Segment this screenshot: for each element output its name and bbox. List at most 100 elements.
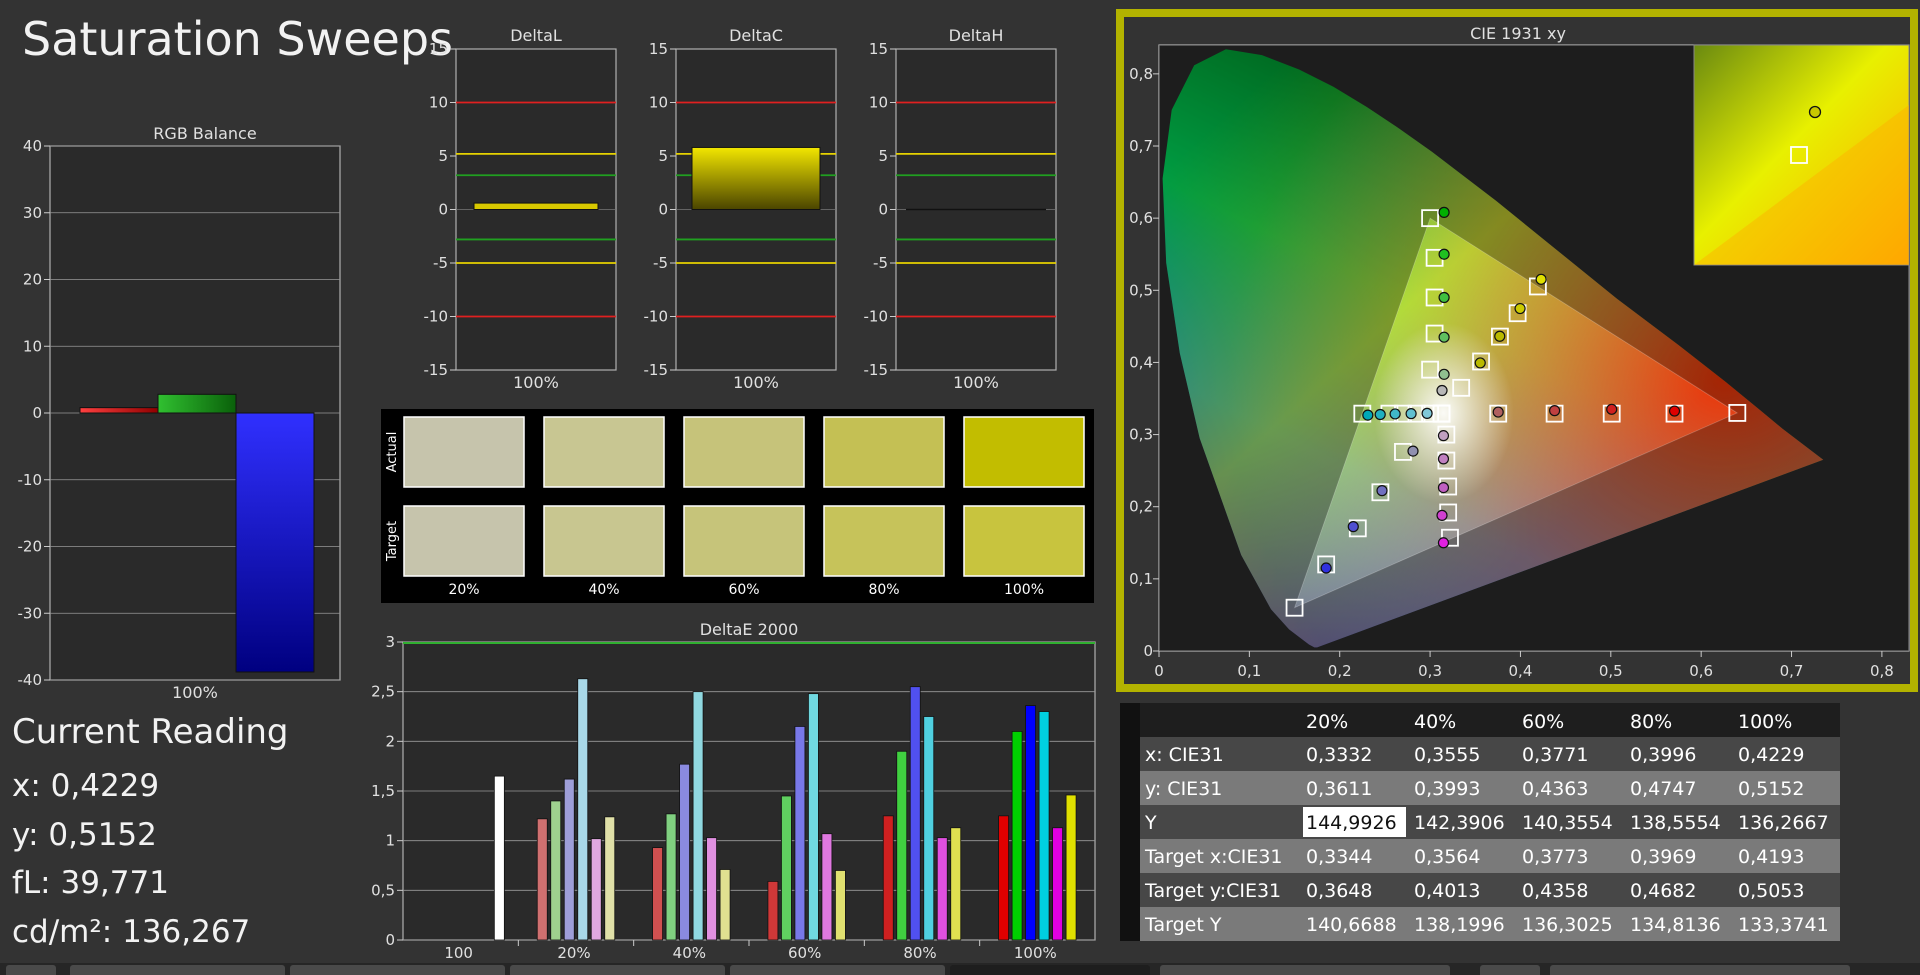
- measured-point: [1436, 384, 1448, 397]
- y-tick-label: -10: [644, 308, 669, 326]
- table-cell: 0,4013: [1414, 880, 1480, 902]
- y-tick-label: -10: [424, 308, 449, 326]
- y-tick-label: 0,3: [1129, 426, 1153, 444]
- taskbar-button[interactable]: [290, 965, 505, 975]
- x-tick-label: 40%: [673, 944, 706, 962]
- table-cell: 140,6688: [1306, 914, 1397, 936]
- swatch-actual: [683, 416, 805, 488]
- swatch-label: 40%: [588, 582, 619, 598]
- x-tick-label: 0,5: [1599, 662, 1623, 680]
- y-tick-label: -15: [864, 361, 889, 379]
- chart-title: DeltaH: [949, 26, 1004, 45]
- table-cell: 0,4193: [1738, 846, 1804, 868]
- table-cell: 0,3611: [1306, 778, 1372, 800]
- delta-e-bar: [923, 716, 935, 941]
- delta-e-bar: [1011, 731, 1023, 941]
- delta-e-bar: [909, 686, 921, 941]
- measured-point: [1438, 368, 1450, 380]
- y-tick-label: 0: [438, 201, 448, 219]
- delta-e-bar: [665, 813, 677, 941]
- measured-point: [1405, 408, 1417, 420]
- chart-title: CIE 1931 xy: [1470, 24, 1566, 43]
- delta-e-bar: [652, 847, 663, 941]
- measured-point: [1320, 562, 1332, 574]
- swatch-actual: [963, 416, 1085, 488]
- y-tick-label: -5: [653, 254, 668, 272]
- y-tick-label: 0: [385, 931, 395, 949]
- y-tick-label: 0,7: [1129, 137, 1153, 155]
- y-tick-label: 0: [878, 201, 888, 219]
- taskbar-button[interactable]: [70, 965, 285, 975]
- measured-point: [1492, 406, 1504, 418]
- y-tick-label: 15: [649, 40, 668, 58]
- y-tick-label: -10: [864, 308, 889, 326]
- table-cell: 133,3741: [1738, 914, 1829, 936]
- taskbar-button[interactable]: [1480, 965, 1540, 975]
- y-tick-label: 10: [649, 94, 668, 112]
- y-tick-label: 20: [23, 271, 42, 289]
- delta-e-bar: [550, 800, 562, 941]
- taskbar-button[interactable]: [730, 965, 945, 975]
- table-cell: 0,3993: [1414, 778, 1480, 800]
- table-cell: 0,5053: [1738, 880, 1804, 902]
- table-cell: 0,3332: [1306, 744, 1372, 766]
- delta-e-bar: [1025, 705, 1036, 941]
- y-tick-label: -20: [18, 538, 43, 556]
- swatch-actual: [403, 416, 525, 488]
- measured-point: [1494, 330, 1506, 342]
- table-cell: 0,3773: [1522, 846, 1588, 868]
- table-cell: 0,3996: [1630, 744, 1696, 766]
- y-tick-label: 5: [438, 147, 448, 165]
- table-cell: 0,3771: [1522, 744, 1588, 766]
- measured-point: [1376, 485, 1388, 497]
- table-cell: 138,5554: [1630, 812, 1721, 834]
- table-cell: 134,8136: [1630, 914, 1721, 936]
- table-cell: 142,3906: [1414, 812, 1505, 834]
- swatch-label: 100%: [1004, 582, 1044, 598]
- y-tick-label: 0: [32, 404, 42, 422]
- rgb-bar: [235, 412, 315, 673]
- measured-point: [1438, 248, 1450, 260]
- table-row-label: Target y:CIE31: [1144, 880, 1281, 902]
- y-tick-label: 30: [23, 204, 42, 222]
- table-cell: 136,2667: [1738, 812, 1829, 834]
- delta-bar: [691, 146, 821, 211]
- chart-title: RGB Balance: [153, 124, 256, 143]
- table-cell: 0,4747: [1630, 778, 1696, 800]
- y-tick-label: 2: [385, 732, 395, 750]
- delta-e-bar: [882, 815, 894, 941]
- delta-e-bar: [604, 816, 616, 941]
- table-cell: 0,3555: [1414, 744, 1480, 766]
- measured-point: [1437, 430, 1450, 442]
- swatch-actual: [823, 416, 945, 488]
- y-tick-label: 2,5: [371, 683, 395, 701]
- taskbar-button[interactable]: [1160, 965, 1450, 975]
- y-tick-label: 0,5: [371, 881, 395, 899]
- x-tick-label: 0,4: [1509, 662, 1533, 680]
- delta-e-bar: [821, 833, 833, 941]
- taskbar: [0, 963, 1920, 975]
- delta-e-bar: [493, 775, 505, 941]
- taskbar-button[interactable]: [510, 965, 725, 975]
- table-column-header: 40%: [1414, 711, 1456, 733]
- delta-e-bar: [719, 869, 731, 941]
- y-tick-label: 10: [429, 94, 448, 112]
- x-tick-label: 100%: [172, 683, 218, 702]
- y-tick-label: 10: [23, 337, 42, 355]
- delta-e-bar: [781, 795, 792, 941]
- x-tick-label: 0,7: [1780, 662, 1804, 680]
- delta-e-bar: [1052, 827, 1063, 941]
- table-row: [1140, 771, 1840, 805]
- table-row: [1140, 737, 1840, 771]
- delta-e-bar: [936, 837, 948, 941]
- measured-point: [1436, 509, 1448, 521]
- y-tick-label: 5: [878, 147, 888, 165]
- rgb-bar: [157, 393, 237, 414]
- rgb-bar: [79, 407, 159, 414]
- y-tick-label: 10: [869, 94, 888, 112]
- taskbar-button[interactable]: [6, 965, 56, 975]
- taskbar-button[interactable]: [1550, 965, 1850, 975]
- taskbar-button[interactable]: [950, 965, 1150, 975]
- swatch-target: [823, 505, 945, 577]
- table-cell: 136,3025: [1522, 914, 1613, 936]
